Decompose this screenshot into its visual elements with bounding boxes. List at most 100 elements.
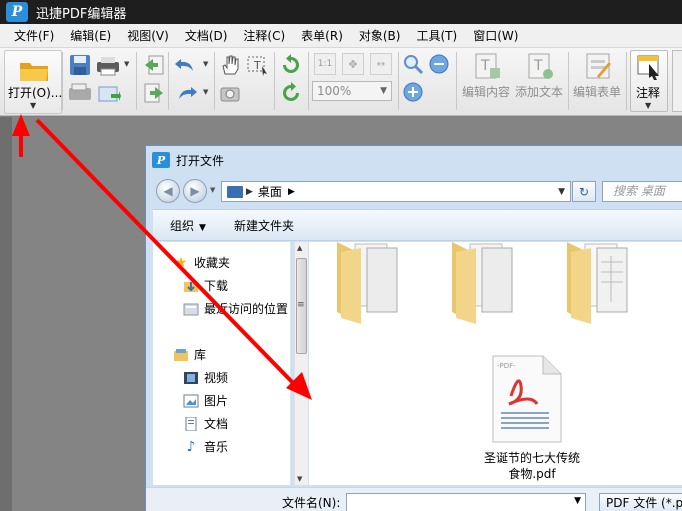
undo-button[interactable] bbox=[172, 53, 200, 77]
email-button[interactable] bbox=[96, 81, 122, 105]
file-name-line-1: 圣诞节的七大传统 bbox=[483, 451, 580, 465]
menu-comment[interactable]: 注释(C) bbox=[235, 27, 293, 44]
new-folder-button[interactable]: 新建文件夹 bbox=[234, 217, 294, 234]
nav-item-pictures[interactable]: 图片 bbox=[183, 392, 228, 409]
star-icon: ★ bbox=[174, 254, 188, 271]
edit-content-button[interactable]: T 编辑内容 bbox=[462, 50, 512, 112]
search-input[interactable]: 搜索 桌面 bbox=[602, 181, 682, 202]
title-bar: P 迅捷PDF编辑器 bbox=[0, 0, 682, 24]
zoom-out-button[interactable] bbox=[428, 53, 450, 75]
refresh-button[interactable]: ↻ bbox=[572, 181, 596, 202]
address-dropdown-icon[interactable]: ▼ bbox=[558, 187, 565, 197]
select-text-button[interactable]: T bbox=[244, 53, 270, 77]
zoom-level-select[interactable]: 100% ▼ bbox=[312, 81, 392, 101]
open-button[interactable]: 打开(O)... ▼ bbox=[4, 50, 62, 114]
redo-dropdown-arrow-icon[interactable]: ▼ bbox=[203, 88, 208, 96]
export-button[interactable] bbox=[142, 81, 166, 105]
print-dropdown-arrow-icon[interactable]: ▼ bbox=[124, 60, 129, 68]
hand-icon bbox=[222, 55, 239, 75]
recent-places-icon bbox=[183, 302, 199, 316]
filename-input[interactable]: ▼ bbox=[346, 493, 586, 511]
pdf-file-icon: -PDF- bbox=[492, 355, 562, 443]
navigation-scrollbar[interactable]: ▲ ≡ ▼ bbox=[294, 242, 308, 485]
edit-form-label: 编辑表单 bbox=[573, 85, 622, 99]
nav-item-documents[interactable]: 文档 bbox=[183, 415, 228, 432]
forward-button[interactable]: ▶ bbox=[183, 179, 207, 203]
address-path: 桌面 bbox=[257, 185, 282, 199]
address-bar[interactable]: ▶ 桌面 ▶ ▼ bbox=[221, 181, 571, 202]
pdf-file-item[interactable]: -PDF- 圣诞节的七大传统 食物.pdf bbox=[479, 354, 599, 481]
actual-size-button[interactable]: 1:1 bbox=[314, 53, 336, 75]
document-icon bbox=[183, 416, 199, 431]
history-dropdown-icon[interactable]: ▼ bbox=[210, 186, 215, 194]
dialog-navigation-row: ◀ ▶ ▼ ▶ 桌面 ▶ ▼ ↻ 搜索 桌面 bbox=[146, 176, 682, 206]
rotate-counterclockwise-button[interactable] bbox=[278, 81, 304, 105]
printer-icon bbox=[97, 57, 119, 76]
app-title: 迅捷PDF编辑器 bbox=[36, 6, 127, 22]
fit-page-button[interactable]: ✥ bbox=[342, 53, 364, 75]
fit-width-button[interactable]: ↔ bbox=[370, 53, 392, 75]
organize-button[interactable]: 组织 ▼ bbox=[170, 217, 206, 234]
scanner-icon bbox=[69, 83, 91, 100]
dialog-app-icon: P bbox=[152, 152, 170, 168]
folder-item[interactable] bbox=[557, 242, 637, 326]
organize-label: 组织 bbox=[170, 218, 195, 233]
save-button[interactable] bbox=[68, 53, 92, 77]
import-button[interactable] bbox=[142, 53, 166, 77]
hand-tool-button[interactable] bbox=[218, 53, 242, 77]
zoom-in-button[interactable] bbox=[402, 81, 424, 103]
zoom-in-magnifier-button[interactable] bbox=[402, 53, 424, 75]
menu-object[interactable]: 对象(B) bbox=[351, 27, 409, 44]
nav-item-label: 收藏夹 bbox=[194, 256, 231, 270]
fax-button[interactable] bbox=[66, 81, 94, 105]
fit-page-icon: ✥ bbox=[348, 57, 358, 71]
zoom-out-icon bbox=[429, 54, 449, 74]
menu-window[interactable]: 窗口(W) bbox=[465, 27, 526, 44]
path-chevron-icon[interactable]: ▶ bbox=[288, 187, 295, 197]
nav-item-downloads[interactable]: 下载 bbox=[183, 277, 228, 294]
zoom-level-value: 100% bbox=[317, 84, 352, 98]
undo-dropdown-arrow-icon[interactable]: ▼ bbox=[203, 60, 208, 68]
back-arrow-icon: ◀ bbox=[163, 184, 173, 198]
nav-item-label: 库 bbox=[194, 348, 207, 362]
svg-text:T: T bbox=[480, 58, 490, 74]
add-text-button[interactable]: T 添加文本 bbox=[514, 50, 566, 112]
menu-edit[interactable]: 编辑(E) bbox=[62, 27, 119, 44]
filename-label: 文件名(N): bbox=[282, 496, 341, 510]
nav-item-videos[interactable]: 视频 bbox=[183, 369, 228, 386]
edit-form-button[interactable]: 编辑表单 bbox=[572, 50, 624, 112]
back-button[interactable]: ◀ bbox=[156, 179, 180, 203]
redo-button[interactable] bbox=[172, 81, 200, 105]
dialog-command-bar: 组织 ▼ 新建文件夹 bbox=[153, 209, 682, 241]
app-logo-icon: P bbox=[6, 2, 28, 22]
picture-icon bbox=[183, 394, 199, 408]
nav-item-libraries[interactable]: 库 bbox=[173, 346, 206, 363]
menu-document[interactable]: 文档(D) bbox=[177, 27, 236, 44]
add-text-icon: T bbox=[528, 53, 553, 79]
folder-item[interactable] bbox=[442, 242, 522, 326]
print-button[interactable] bbox=[94, 53, 122, 77]
nav-item-label: 音乐 bbox=[204, 440, 229, 454]
menu-file[interactable]: 文件(F) bbox=[0, 27, 62, 44]
scroll-down-arrow-icon[interactable]: ▼ bbox=[297, 475, 302, 483]
menu-view[interactable]: 视图(V) bbox=[119, 27, 177, 44]
nav-item-recent-places[interactable]: 最近访问的位置 bbox=[183, 300, 288, 317]
comment-button[interactable]: 注释 ▼ bbox=[630, 50, 668, 112]
menu-form[interactable]: 表单(R) bbox=[293, 27, 351, 44]
filename-dropdown-icon[interactable]: ▼ bbox=[574, 496, 581, 506]
undo-icon bbox=[175, 59, 193, 71]
nav-item-music[interactable]: ♪ 音乐 bbox=[183, 438, 228, 455]
fit-width-icon: ↔ bbox=[376, 58, 386, 70]
nav-item-favorites[interactable]: ★ 收藏夹 bbox=[173, 254, 230, 271]
toolbar-overflow-button[interactable] bbox=[672, 50, 682, 112]
rotate-clockwise-button[interactable] bbox=[278, 53, 304, 77]
scroll-up-arrow-icon[interactable]: ▲ bbox=[297, 244, 302, 252]
svg-text:T: T bbox=[533, 58, 543, 74]
comment-dropdown-arrow-icon: ▼ bbox=[645, 101, 652, 110]
snapshot-button[interactable] bbox=[218, 81, 242, 105]
camera-icon bbox=[220, 87, 240, 102]
menu-tools[interactable]: 工具(T) bbox=[408, 27, 465, 44]
file-type-filter[interactable]: PDF 文件 (*.pd bbox=[599, 493, 682, 511]
comment-label: 注释 bbox=[636, 86, 661, 100]
folder-item[interactable] bbox=[327, 242, 407, 326]
